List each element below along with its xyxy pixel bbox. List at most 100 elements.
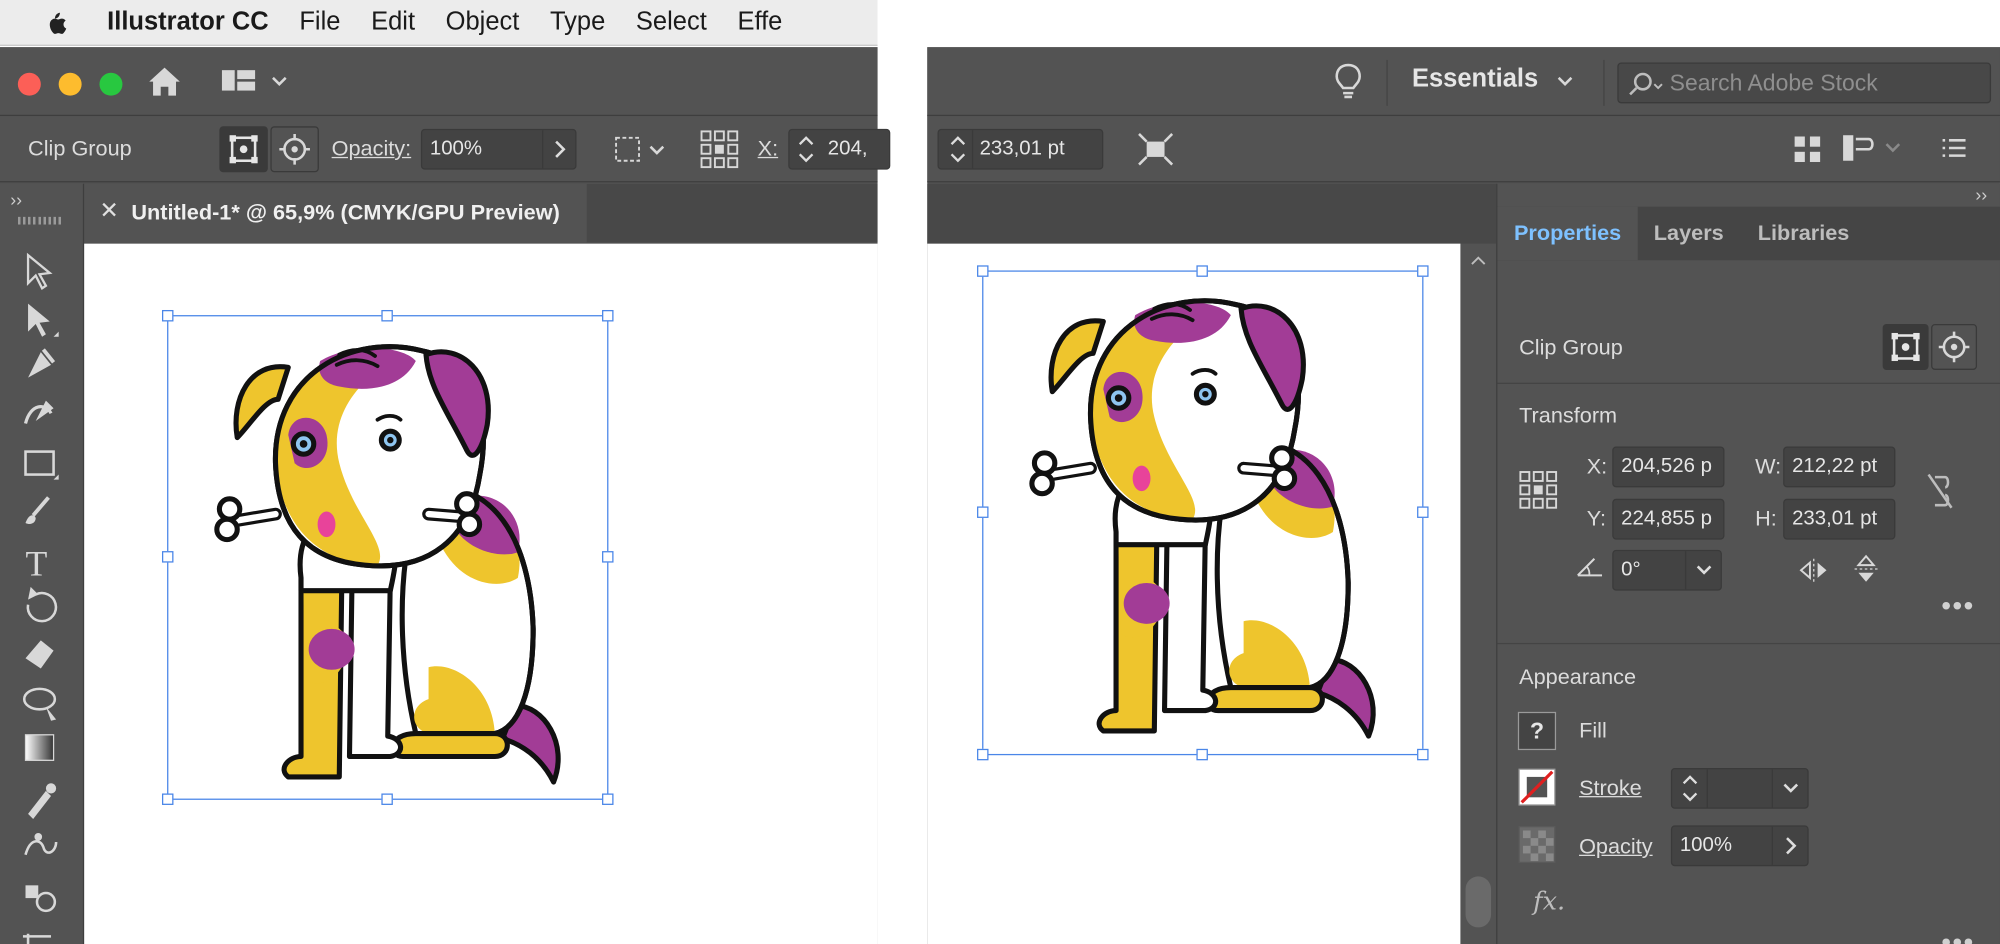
dog-illustration[interactable] xyxy=(199,323,582,795)
menu-file[interactable]: File xyxy=(299,8,340,37)
edit-contents-button[interactable] xyxy=(270,126,319,173)
h-input[interactable]: 233,01 pt xyxy=(1783,498,1896,540)
resize-handle[interactable] xyxy=(381,793,393,805)
chevron-down-icon[interactable] xyxy=(1771,769,1808,808)
minimize-window-button[interactable] xyxy=(58,72,82,96)
clip-group-icon xyxy=(229,135,258,164)
menu-type[interactable]: Type xyxy=(550,8,605,37)
w-input[interactable]: 212,22 pt xyxy=(1783,446,1896,488)
panel-tabs: Properties Layers Libraries xyxy=(1497,206,2000,261)
stepper-icon[interactable] xyxy=(1672,769,1708,808)
y-input[interactable]: 224,855 p xyxy=(1612,498,1725,540)
dog-illustration-right[interactable] xyxy=(1014,277,1397,749)
menu-select[interactable]: Select xyxy=(636,8,707,37)
align-options-icon[interactable] xyxy=(612,134,666,167)
chevron-right-icon[interactable] xyxy=(1771,826,1808,865)
canvas-left[interactable] xyxy=(84,243,878,944)
resize-handle[interactable] xyxy=(602,793,614,805)
menu-app-name[interactable]: Illustrator CC xyxy=(107,8,269,37)
tab-properties[interactable]: Properties xyxy=(1497,206,1638,261)
close-window-button[interactable] xyxy=(17,72,41,96)
opacity-value: 100% xyxy=(429,137,483,160)
chevron-right-icon[interactable] xyxy=(542,130,575,169)
divider xyxy=(1497,642,2000,645)
flip-vertical-icon[interactable] xyxy=(1852,554,1880,585)
resize-handle[interactable] xyxy=(1196,748,1208,761)
resize-handle[interactable] xyxy=(977,748,989,761)
arrange-icon[interactable] xyxy=(1841,131,1905,164)
resize-handle[interactable] xyxy=(161,793,174,805)
rotation-angle-input[interactable]: 0° xyxy=(1612,549,1722,591)
fx-effects-button[interactable]: fx. xyxy=(1533,885,1565,916)
resize-handle[interactable] xyxy=(1417,748,1429,761)
stroke-label[interactable]: Stroke xyxy=(1579,776,1642,802)
resize-handle[interactable] xyxy=(1417,506,1429,518)
fill-label: Fill xyxy=(1579,718,1607,743)
x-input[interactable]: 204,526 p xyxy=(1612,446,1725,488)
appearance-opacity-label[interactable]: Opacity xyxy=(1579,834,1653,860)
resize-handle[interactable] xyxy=(381,309,393,322)
stepper-icon[interactable] xyxy=(946,133,969,169)
tab-libraries[interactable]: Libraries xyxy=(1740,207,1868,261)
shape-builder-tool-icon xyxy=(22,687,57,721)
menu-edit[interactable]: Edit xyxy=(371,8,415,37)
x-position-value: 204, xyxy=(827,137,868,160)
resize-handle[interactable] xyxy=(1417,265,1429,277)
transform-icon[interactable] xyxy=(1136,131,1174,167)
constrain-proportions-icon[interactable] xyxy=(1923,472,1956,510)
resize-handle[interactable] xyxy=(977,265,989,277)
edit-clip-group-button[interactable] xyxy=(219,126,268,173)
divider xyxy=(1386,59,1388,106)
menu-effect[interactable]: Effe xyxy=(737,8,782,37)
workspace-switcher-label[interactable]: Essentials xyxy=(1412,65,1538,94)
vertical-scrollbar[interactable] xyxy=(1460,243,1497,944)
tab-layers[interactable]: Layers xyxy=(1638,207,1740,261)
resize-handle[interactable] xyxy=(161,551,174,563)
scroll-up-icon[interactable] xyxy=(1471,254,1486,267)
stroke-swatch-none[interactable] xyxy=(1518,768,1556,806)
zoom-window-button[interactable] xyxy=(99,72,123,96)
resize-handle[interactable] xyxy=(977,506,989,518)
workspace-layout-icon[interactable] xyxy=(219,68,296,96)
scrollbar-thumb[interactable] xyxy=(1465,876,1492,928)
resize-handle[interactable] xyxy=(161,309,174,322)
resize-handle[interactable] xyxy=(602,551,614,563)
collapse-panel-icon[interactable]: ›› xyxy=(1975,184,1987,204)
edit-contents-button-panel[interactable] xyxy=(1931,324,1978,370)
align-panel-icon[interactable] xyxy=(1792,133,1823,165)
divider xyxy=(1603,59,1605,106)
document-tabbar-right xyxy=(927,183,1497,244)
more-options-icon[interactable]: ••• xyxy=(1941,589,1974,622)
target-icon xyxy=(1938,331,1970,363)
chevron-down-icon[interactable] xyxy=(1684,551,1721,590)
opacity-input[interactable]: 100% xyxy=(420,128,577,170)
edit-clip-group-button-panel[interactable] xyxy=(1882,324,1929,370)
appearance-opacity-input[interactable]: 100% xyxy=(1670,825,1809,867)
reference-point-icon[interactable] xyxy=(1518,469,1559,510)
flip-horizontal-icon[interactable] xyxy=(1798,556,1829,584)
document-tab[interactable]: ✕ Untitled-1* @ 65,9% (CMYK/GPU Preview) xyxy=(84,183,587,243)
lightbulb-icon[interactable] xyxy=(1333,63,1364,101)
chevron-down-icon[interactable] xyxy=(1556,73,1574,91)
mac-menubar: Illustrator CC File Edit Object Type Sel… xyxy=(0,0,878,46)
apple-icon[interactable] xyxy=(41,8,69,36)
y-label: Y: xyxy=(1586,506,1607,531)
search-adobe-stock-input[interactable]: Search Adobe Stock xyxy=(1617,62,1992,104)
panel-selection-label: Clip Group xyxy=(1519,335,1623,360)
x-position-input[interactable]: 204, xyxy=(788,128,891,170)
panel-menu-icon[interactable] xyxy=(1940,134,1968,162)
resize-handle[interactable] xyxy=(602,309,614,322)
opacity-label[interactable]: Opacity: xyxy=(332,136,412,162)
fill-swatch-mixed[interactable]: ? xyxy=(1517,711,1557,751)
height-input[interactable]: 233,01 pt xyxy=(937,128,1104,170)
x-label[interactable]: X: xyxy=(758,136,778,162)
more-appearance-options-icon[interactable]: ••• xyxy=(1941,926,1974,944)
reference-point-icon[interactable] xyxy=(699,129,740,170)
stepper-icon[interactable] xyxy=(795,133,818,169)
close-tab-icon[interactable]: ✕ xyxy=(99,198,118,225)
canvas-right[interactable] xyxy=(927,243,1461,944)
stroke-weight-input[interactable] xyxy=(1670,767,1809,809)
home-icon[interactable] xyxy=(145,65,183,98)
resize-handle[interactable] xyxy=(1196,265,1208,277)
menu-object[interactable]: Object xyxy=(446,8,520,37)
